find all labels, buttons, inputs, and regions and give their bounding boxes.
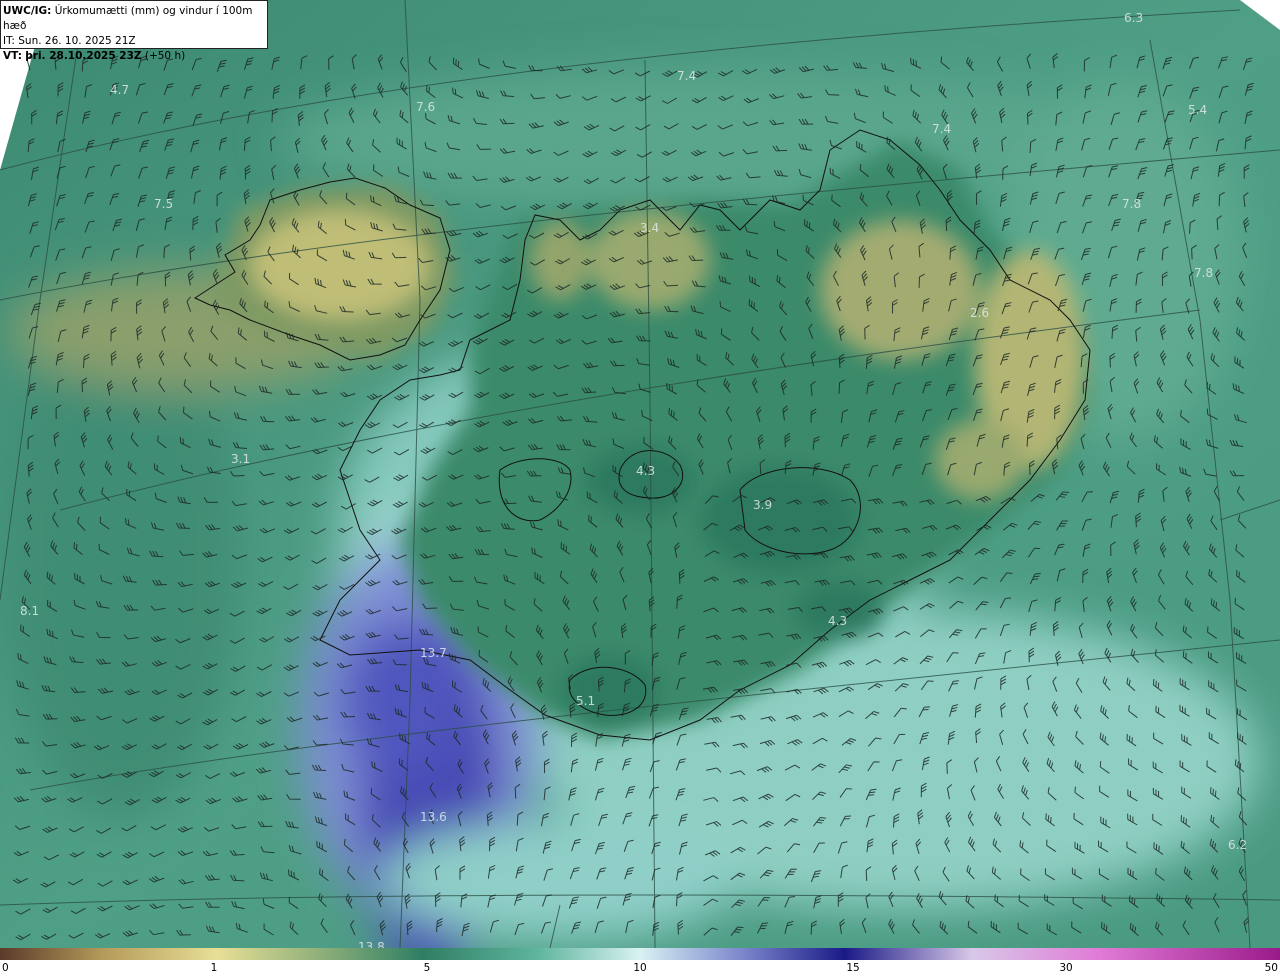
colorbar-tick-10: 10 bbox=[633, 962, 647, 974]
lead-time: (+50 h) bbox=[144, 50, 186, 62]
value-3-4: 3.4 bbox=[640, 221, 659, 235]
model-label: UWC/IG: bbox=[3, 5, 52, 17]
vt-label: VT: bbox=[3, 50, 22, 62]
colorbar-tick-5: 5 bbox=[423, 962, 431, 974]
value-6-2: 6.2 bbox=[1228, 838, 1247, 852]
colorbar-tick-30: 30 bbox=[1059, 962, 1073, 974]
it-value: Sun. 26. 10. 2025 21Z bbox=[18, 35, 136, 47]
value-13-6: 13.6 bbox=[420, 810, 447, 824]
colorbar-tick-1: 1 bbox=[210, 962, 218, 974]
value-3-1: 3.1 bbox=[231, 452, 250, 466]
value-7-8-b: 7.8 bbox=[1194, 266, 1213, 280]
value-13-8: 13.8 bbox=[358, 940, 385, 948]
value-13-7: 13.7 bbox=[420, 646, 447, 660]
value-8-1: 8.1 bbox=[20, 604, 39, 618]
init-time-line: IT: Sun. 26. 10. 2025 21Z bbox=[3, 34, 267, 49]
value-7-8-a: 7.8 bbox=[1122, 197, 1141, 211]
value-4-7: 4.7 bbox=[110, 83, 129, 97]
colorbar bbox=[0, 948, 1280, 960]
colorbar-tick-15: 15 bbox=[846, 962, 860, 974]
vt-value: þri. 28.10.2025 23Z bbox=[25, 50, 142, 62]
value-7-4-a: 7.4 bbox=[677, 69, 696, 83]
value-5-1: 5.1 bbox=[576, 694, 595, 708]
value-2-6: 2.6 bbox=[970, 306, 989, 320]
valid-time-line: VT: þri. 28.10.2025 23Z (+50 h) bbox=[3, 49, 267, 64]
colorbar-tick-0: 0 bbox=[2, 962, 9, 974]
colorbar-tick-50: 50 bbox=[1264, 962, 1278, 974]
value-7-4-b: 7.4 bbox=[932, 122, 951, 136]
value-6-3: 6.3 bbox=[1124, 11, 1143, 25]
value-7-5: 7.5 bbox=[154, 197, 173, 211]
value-5-4: 5.4 bbox=[1188, 103, 1207, 117]
value-3-9: 3.9 bbox=[753, 498, 772, 512]
value-4-3-b: 4.3 bbox=[828, 614, 847, 628]
title-line: UWC/IG: Úrkomumætti (mm) og vindur í 100… bbox=[3, 4, 267, 34]
value-4-3-a: 4.3 bbox=[636, 464, 655, 478]
precipitation-wind-map: 6.3 4.7 7.6 7.4 7.4 5.4 7.5 3.4 7.8 7.8 … bbox=[0, 0, 1280, 948]
value-7-6: 7.6 bbox=[416, 100, 435, 114]
it-label: IT: bbox=[3, 35, 15, 47]
info-box: UWC/IG: Úrkomumætti (mm) og vindur í 100… bbox=[0, 0, 268, 62]
